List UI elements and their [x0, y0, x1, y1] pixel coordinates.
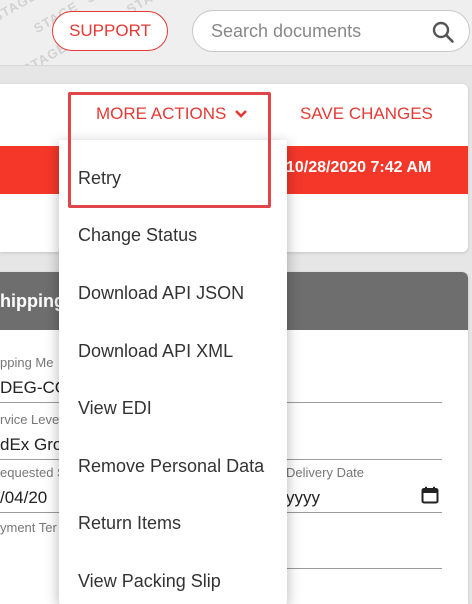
save-changes-button[interactable]: SAVE CHANGES	[300, 104, 433, 124]
more-actions-menu	[59, 140, 287, 604]
menu-item-view-packing-slip[interactable]: View Packing Slip	[78, 571, 221, 592]
status-timestamp: 10/28/2020 7:42 AM	[286, 159, 432, 176]
delivery-date-label: Delivery Date	[286, 465, 365, 480]
search-box[interactable]	[192, 10, 470, 52]
requested-ship-underline	[0, 512, 60, 513]
highlight-box	[68, 92, 271, 208]
search-icon[interactable]	[431, 20, 455, 44]
search-input[interactable]	[211, 20, 431, 42]
shipping-card-title: hipping	[0, 291, 65, 311]
delivery-date-value[interactable]: yyyy	[286, 488, 320, 508]
menu-item-return-items[interactable]: Return Items	[78, 513, 181, 534]
calendar-icon[interactable]	[421, 486, 439, 504]
menu-item-change-status[interactable]: Change Status	[78, 225, 197, 246]
payment-terms-underline	[286, 568, 442, 569]
shipping-method-label: pping Me	[0, 355, 54, 370]
menu-item-remove-personal-data[interactable]: Remove Personal Data	[78, 456, 264, 477]
menu-item-view-edi[interactable]: View EDI	[78, 398, 152, 419]
support-button[interactable]: SUPPORT	[52, 11, 168, 51]
menu-item-download-api-xml[interactable]: Download API XML	[78, 341, 233, 362]
service-level-label: rvice Leve	[0, 412, 60, 427]
payment-terms-label: yment Ter	[0, 520, 57, 535]
menu-item-download-api-json[interactable]: Download API JSON	[78, 283, 244, 304]
shipping-method-value[interactable]: DEG-CG	[0, 378, 68, 398]
requested-ship-value[interactable]: /04/20	[0, 488, 47, 508]
top-bar: STAGE STAGE STAGE STAGE STAGE STAGE STAG…	[0, 0, 472, 66]
requested-ship-label: equested S	[0, 465, 66, 480]
delivery-date-underline	[286, 512, 442, 513]
service-level-value[interactable]: dEx Gro	[0, 435, 62, 455]
